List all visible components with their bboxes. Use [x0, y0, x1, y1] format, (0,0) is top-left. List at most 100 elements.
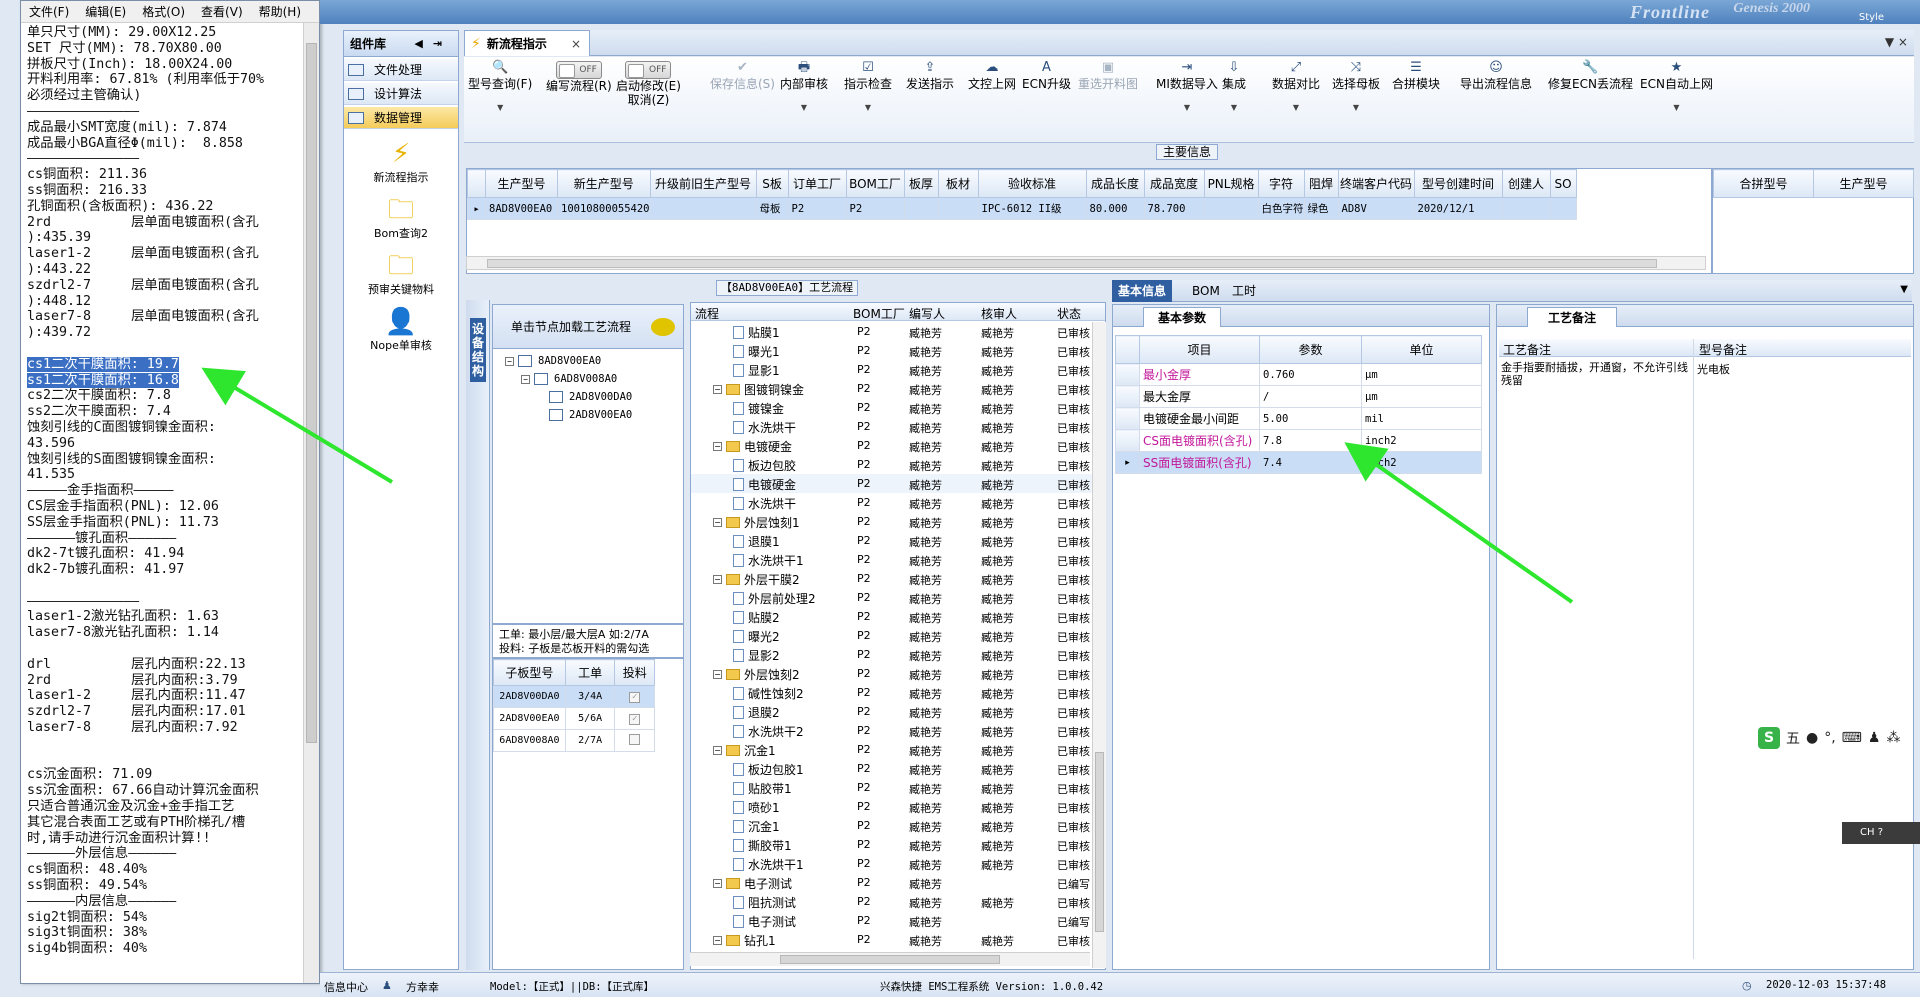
flow-row[interactable]: 喷砂1 P2 臧艳芳 臧艳芳 已审核 [691, 797, 1105, 816]
collapse-icon[interactable]: − [713, 879, 722, 888]
tree-node[interactable]: − 6AD8V008A0 [521, 373, 617, 385]
flow-step[interactable]: − 外层蚀刻2 [713, 666, 800, 683]
flow-cell-bom[interactable]: P2 [857, 686, 871, 699]
flow-step[interactable]: 喷砂1 [733, 799, 780, 816]
collapse-icon[interactable]: − [713, 518, 722, 527]
flow-cell-s[interactable]: 已审核 [1057, 496, 1090, 512]
flow-row[interactable]: 阻抗测试 P2 臧艳芳 臧艳芳 已审核 [691, 892, 1105, 911]
column-header[interactable]: 投料 [614, 659, 655, 686]
column-header[interactable]: 成品宽度 [1143, 169, 1205, 198]
flow-cell-s[interactable]: 已审核 [1057, 895, 1090, 911]
lib-item-algorithm[interactable]: 设计算法 [344, 83, 458, 105]
ribbon-button-4[interactable]: 🖶 内部审核 ▼ [780, 61, 828, 115]
flow-step[interactable]: 水洗烘干 [733, 495, 796, 512]
column-header[interactable]: S板 [755, 169, 789, 198]
tree-node[interactable]: 2AD8V00DA0 [549, 391, 632, 403]
param-value[interactable]: 0.760 [1259, 363, 1362, 386]
flow-row[interactable]: 板边包胶 P2 臧艳芳 臧艳芳 已审核 [691, 455, 1105, 474]
flow-cell-bom[interactable]: P2 [857, 800, 871, 813]
flow-row[interactable]: 退膜2 P2 臧艳芳 臧艳芳 已审核 [691, 702, 1105, 721]
flow-row[interactable]: 撕胶带1 P2 臧艳芳 臧艳芳 已审核 [691, 835, 1105, 854]
flow-cell-r[interactable]: 臧艳芳 [981, 686, 1014, 702]
ribbon-button-0[interactable]: 🔍 型号查询(F) ▼ [468, 61, 532, 115]
flow-step[interactable]: 板边包胶1 [733, 761, 804, 778]
flow-step[interactable]: 电子测试 [733, 913, 796, 930]
flow-cell-bom[interactable]: P2 [857, 458, 871, 471]
info-center[interactable]: 信息中心 [324, 979, 368, 995]
flow-cell-s[interactable]: 已审核 [1057, 591, 1090, 607]
table-cell[interactable]: 6AD8V008A0 [493, 729, 566, 752]
user-icon[interactable]: ♟ [1868, 730, 1881, 746]
flow-cell-s[interactable]: 已审核 [1057, 572, 1090, 588]
flow-cell-s[interactable]: 已审核 [1057, 686, 1090, 702]
flow-cell-bom[interactable]: P2 [857, 743, 871, 756]
flow-cell-bom[interactable]: P2 [857, 363, 871, 376]
collapse-icon[interactable]: − [713, 385, 722, 394]
flow-cell-bom[interactable]: P2 [857, 838, 871, 851]
table-cell[interactable]: 2AD8V00EA0 [493, 707, 566, 730]
flow-step[interactable]: − 钻孔1 [713, 932, 776, 949]
flow-row[interactable]: 镀镍金 P2 臧艳芳 臧艳芳 已审核 [691, 398, 1105, 417]
flow-cell-bom[interactable]: P2 [857, 382, 871, 395]
table-cell[interactable]: AD8V [1337, 197, 1415, 220]
column-header[interactable]: 升级前旧生产型号 [649, 169, 757, 198]
flow-cell-s[interactable]: 已审核 [1057, 458, 1090, 474]
flow-step[interactable]: 镀镍金 [733, 400, 784, 417]
menu-format[interactable]: 格式(O) [142, 3, 185, 20]
table-cell[interactable]: 白色字符 [1257, 197, 1305, 220]
flow-cell-r[interactable]: 臧艳芳 [981, 477, 1014, 493]
flow-cell-bom[interactable]: P2 [857, 344, 871, 357]
column-header[interactable]: BOM工厂 [853, 305, 905, 322]
flow-cell-bom[interactable]: P2 [857, 420, 871, 433]
flow-cell-w[interactable]: 臧艳芳 [909, 458, 942, 474]
table-cell[interactable] [1203, 197, 1259, 220]
flow-cell-w[interactable]: 臧艳芳 [909, 363, 942, 379]
flow-cell-bom[interactable]: P2 [857, 914, 871, 927]
flow-row[interactable]: − 外层蚀刻2 P2 臧艳芳 臧艳芳 已审核 [691, 664, 1105, 683]
flow-cell-w[interactable]: 臧艳芳 [909, 781, 942, 797]
flow-step[interactable]: − 沉金1 [713, 742, 776, 759]
model-remark-text[interactable]: 光电板 [1697, 361, 1730, 377]
flow-step[interactable]: 外层前处理2 [733, 590, 816, 607]
collapse-icon[interactable]: − [713, 936, 722, 945]
tab-list-icon[interactable]: ▼ × [1885, 35, 1908, 49]
flow-cell-w[interactable]: 臧艳芳 [909, 629, 942, 645]
ribbon-button-10[interactable]: ⇥ MI数据导入 ▼ [1156, 61, 1218, 115]
flow-cell-bom[interactable]: P2 [857, 572, 871, 585]
flow-cell-bom[interactable]: P2 [857, 610, 871, 623]
feed-checkbox-cell[interactable]: ✓ [614, 707, 655, 730]
tab-new-flow[interactable]: ⚡ 新流程指示 × [464, 30, 590, 56]
flow-cell-r[interactable]: 臧艳芳 [981, 553, 1014, 569]
flow-cell-r[interactable]: 臧艳芳 [981, 819, 1014, 835]
flow-cell-s[interactable]: 已审核 [1057, 838, 1090, 854]
lib-new-flow[interactable]: ⚡ 新流程指示 [344, 139, 458, 185]
flow-cell-r[interactable]: 臧艳芳 [981, 382, 1014, 398]
lib-nope-review[interactable]: 👤 Nope单审核 [344, 307, 458, 353]
flow-cell-s[interactable]: 已审核 [1057, 515, 1090, 531]
process-remark-text[interactable]: 金手指要耐插拔，开通窗，不允许引线残留 [1501, 361, 1691, 387]
flow-cell-w[interactable]: 臧艳芳 [909, 724, 942, 740]
chevron-down-icon[interactable]: ▼ [1332, 101, 1380, 115]
menu-edit[interactable]: 编辑(E) [85, 3, 126, 20]
flow-cell-s[interactable]: 已审核 [1057, 382, 1090, 398]
flow-cell-w[interactable]: 臧艳芳 [909, 857, 942, 873]
chevron-down-icon[interactable]: ▼ [780, 101, 828, 115]
tree-node[interactable]: 2AD8V00EA0 [549, 409, 632, 421]
flow-cell-r[interactable]: 臧艳芳 [981, 439, 1014, 455]
flow-cell-w[interactable]: 臧艳芳 [909, 534, 942, 550]
flow-cell-r[interactable]: 臧艳芳 [981, 895, 1014, 911]
flow-cell-s[interactable]: 已编写 [1057, 876, 1090, 892]
flow-cell-w[interactable]: 臧艳芳 [909, 572, 942, 588]
column-header[interactable]: 工单 [564, 659, 616, 686]
table-row[interactable]: ▸ 8AD8V00EA0 10010800055420 母板 P2 P2 IPC-6012 … [467, 197, 1577, 220]
flow-cell-w[interactable]: 臧艳芳 [909, 895, 942, 911]
table-cell[interactable]: 80.000 [1085, 197, 1145, 220]
flow-cell-s[interactable]: 已审核 [1057, 401, 1090, 417]
flow-step[interactable]: − 图镀铜镍金 [713, 381, 804, 398]
table-cell[interactable]: 2AD8V00DA0 [493, 685, 566, 708]
flow-row[interactable]: − 图镀铜镍金 P2 臧艳芳 臧艳芳 已审核 [691, 379, 1105, 398]
flow-row[interactable]: − 电镀硬金 P2 臧艳芳 臧艳芳 已审核 [691, 436, 1105, 455]
chevron-down-icon[interactable]: ▼ [1272, 101, 1320, 115]
flow-step[interactable]: 退膜1 [733, 533, 780, 550]
flow-cell-bom[interactable]: P2 [857, 895, 871, 908]
